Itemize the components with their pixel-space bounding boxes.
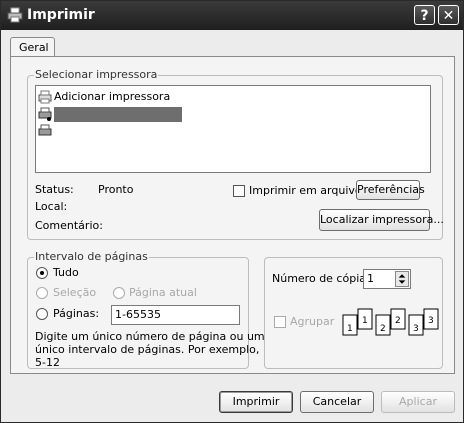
cancel-button[interactable]: Cancelar [300,391,374,413]
collate-digit: 3 [413,324,419,334]
chevron-down-icon[interactable] [397,279,407,286]
pages-input[interactable]: 1-65535 [111,305,240,325]
current-page-label[interactable]: Página atual [129,286,197,299]
status-label: Status: [35,183,74,196]
selected-printer-highlight [54,107,182,122]
selection-label[interactable]: Seleção [53,286,96,299]
print-button[interactable]: Imprimir [219,391,293,413]
printer-icon [38,107,52,121]
print-to-file-checkbox[interactable] [233,185,245,197]
location-label: Local: [35,200,68,213]
collate-digit: 2 [395,316,401,326]
tab-general-label: Geral [19,41,49,54]
tab-general[interactable]: Geral [10,37,55,57]
print-dialog: Imprimir ? ✕ Geral Selecionar impressora… [0,0,464,423]
all-pages-radio[interactable] [36,267,48,279]
page-range-hint-line-1: Digite um único número de página ou um [35,330,265,343]
list-item[interactable] [36,123,430,139]
close-button[interactable]: ✕ [438,5,459,25]
find-printer-button[interactable]: Localizar impressora... [319,209,444,231]
selection-radio[interactable] [36,287,48,299]
printer-list[interactable]: Adicionar impressora [35,85,431,173]
printer-icon [38,124,52,136]
collate-label[interactable]: Agrupar [290,315,334,328]
chevron-up-icon[interactable] [397,272,407,279]
collate-digit: 2 [380,324,386,334]
current-page-radio[interactable] [113,287,125,299]
apply-button[interactable]: Aplicar [381,391,455,413]
printer-title-icon [7,7,23,23]
collate-pages-icon: 1 1 2 2 3 3 [342,308,439,336]
page-range-label: Intervalo de páginas [34,250,149,263]
comment-label: Comentário: [35,219,103,232]
select-printer-label: Selecionar impressora [34,68,159,81]
preferences-button[interactable]: Preferências [356,180,425,200]
window-title: Imprimir [27,7,95,23]
collate-checkbox[interactable] [274,316,286,328]
help-button[interactable]: ? [414,5,435,25]
all-pages-label[interactable]: Tudo [53,266,79,279]
list-item[interactable] [36,106,430,122]
pages-radio[interactable] [36,308,48,320]
copies-label: Número de cópias: [272,272,376,285]
collate-digit: 3 [428,316,434,326]
list-item[interactable]: Adicionar impressora [36,89,430,105]
page-range-hint-line-3: 5-12 [35,356,60,369]
page-range-hint-line-2: único intervalo de páginas. Por exemplo, [35,343,260,356]
add-printer-icon [38,90,52,104]
title-bar[interactable]: Imprimir ? ✕ [1,1,463,30]
print-to-file-label[interactable]: Imprimir em arquivo [249,184,362,197]
collate-digit: 1 [362,316,368,326]
status-value: Pronto [98,183,134,196]
list-item-label: Adicionar impressora [54,90,171,103]
copies-spinner[interactable] [395,271,409,287]
pages-label[interactable]: Páginas: [53,307,99,320]
collate-digit: 1 [347,324,353,334]
